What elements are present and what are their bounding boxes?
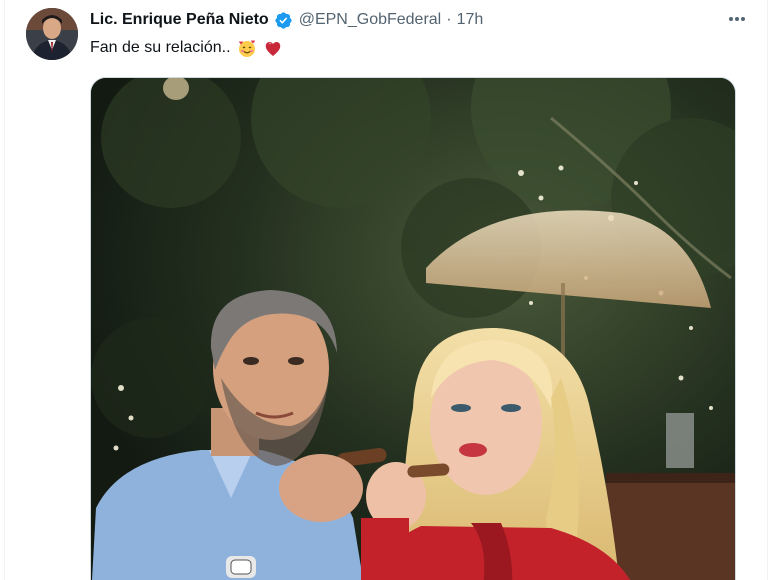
tweet-photo[interactable] bbox=[90, 77, 736, 580]
author-handle[interactable]: @EPN_GobFederal bbox=[299, 9, 442, 31]
tweet-header: Lic. Enrique Peña Nieto @EPN_GobFederal … bbox=[90, 8, 483, 32]
avatar-image bbox=[26, 8, 78, 60]
tweet-timestamp[interactable]: 17h bbox=[457, 9, 484, 31]
timeline-border-right bbox=[767, 0, 768, 580]
couple-photo-illustration bbox=[91, 78, 735, 580]
more-options-button[interactable] bbox=[722, 6, 752, 32]
tweet-text-content: Fan de su relación.. bbox=[90, 39, 231, 56]
separator-dot: · bbox=[446, 11, 452, 28]
red-heart-icon bbox=[263, 38, 283, 58]
more-options-icon bbox=[729, 17, 745, 21]
avatar[interactable] bbox=[26, 8, 78, 60]
timeline-border-left bbox=[4, 0, 5, 580]
smiling-face-with-hearts-icon bbox=[237, 38, 257, 58]
verified-badge-icon[interactable] bbox=[274, 11, 293, 30]
tweet-card: Lic. Enrique Peña Nieto @EPN_GobFederal … bbox=[0, 0, 773, 580]
author-name[interactable]: Lic. Enrique Peña Nieto bbox=[90, 9, 269, 31]
tweet-text: Fan de su relación.. bbox=[90, 36, 283, 60]
